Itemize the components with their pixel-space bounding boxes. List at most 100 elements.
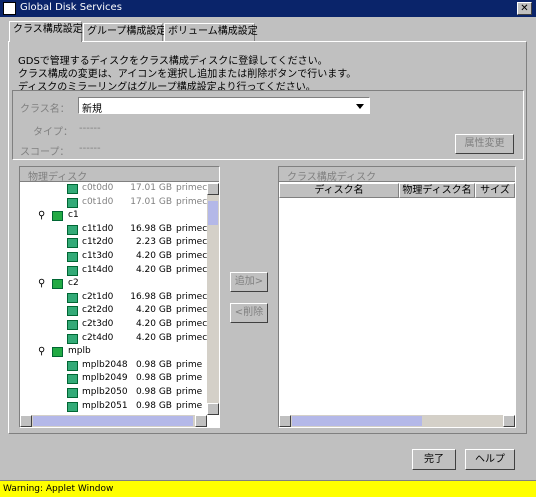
scroll-down-button[interactable] [207, 403, 219, 415]
scope-value: ------ [79, 143, 101, 154]
scroll-left-button[interactable] [20, 415, 32, 427]
disk-row[interactable]: c2t2d0 4.20 GB primecl01 [20, 305, 207, 318]
disk-name: c1t4d0 [82, 264, 114, 275]
class-disk-title: クラス構成ディスク [287, 172, 377, 183]
disk-size: 16.98 GB [130, 223, 172, 234]
column-disk-name[interactable]: ディスク名 [279, 183, 399, 198]
tab-group-config[interactable]: グループ構成設定 [83, 23, 166, 41]
done-button[interactable]: 完了 [412, 449, 456, 470]
scroll-up-button[interactable] [207, 183, 219, 195]
disk-size: 0.98 GB [135, 373, 172, 384]
disk-row[interactable]: c2t1d0 16.98 GB primecl0 [20, 292, 207, 305]
close-button[interactable]: ✕ [517, 2, 532, 15]
disk-host: prime [176, 359, 203, 370]
disk-row[interactable]: c0t1d0 17.01 GB primecl0 [20, 197, 207, 210]
disk-host: primecl01 [176, 319, 207, 329]
class-name-select[interactable]: 新規 [78, 97, 370, 115]
disk-icon [67, 184, 78, 194]
disk-icon [67, 360, 78, 371]
disk-host: primecl01 [176, 332, 207, 343]
tab-class-config[interactable]: クラス構成設定 [9, 21, 83, 42]
disk-size: 17.01 GB [130, 196, 172, 207]
physical-disk-tree[interactable]: c0t0d0 17.01 GB primecl0 c0t1d0 17.01 GB prim… [20, 183, 207, 415]
disk-row[interactable]: c1t3d0 4.20 GB primecl01 [20, 251, 207, 264]
disk-size: 0.98 GB [135, 387, 172, 397]
physical-disk-vscroll[interactable] [207, 183, 219, 415]
class-name: c1 [68, 210, 79, 221]
class-icon [52, 347, 63, 358]
disk-name: mplb2051 [82, 400, 128, 411]
disk-row[interactable]: c2t4d0 4.20 GB primecl01 [20, 333, 207, 346]
disk-icon [67, 401, 78, 412]
disk-row[interactable]: c1t2d0 2.23 GB primecl01 [20, 237, 207, 250]
hscroll-thumb[interactable] [292, 416, 422, 426]
app-icon [3, 2, 16, 15]
class-name-label: クラス名： [20, 104, 70, 115]
disk-size: 4.20 GB [135, 332, 172, 343]
disk-host: primecl0 [176, 183, 207, 193]
remove-button[interactable]: <削除 [230, 303, 268, 323]
disk-row[interactable]: mplb2048 0.98 GB prime [20, 360, 207, 373]
physical-disk-title: 物理ディスク [28, 172, 88, 183]
disk-host: prime [176, 373, 203, 384]
column-physical-disk[interactable]: 物理ディスク名 [399, 183, 475, 198]
disk-host: prime [176, 387, 203, 397]
class-node[interactable]: ⚲ c1 [20, 210, 207, 223]
disk-row[interactable]: c2t3d0 4.20 GB primecl01 [20, 319, 207, 332]
attribute-change-button[interactable]: 属性変更 [455, 134, 514, 154]
disk-icon [67, 333, 78, 344]
disk-row[interactable]: c1t4d0 4.20 GB primecl01 [20, 265, 207, 278]
applet-warning-text: Warning: Applet Window [3, 484, 114, 494]
disk-name: c1t1d0 [82, 223, 114, 234]
disk-icon [67, 224, 78, 235]
disk-icon [67, 306, 78, 317]
disk-size: 4.20 GB [135, 251, 172, 261]
disk-host: primecl01 [176, 237, 207, 248]
scroll-right-button[interactable] [503, 415, 515, 427]
expand-key-icon[interactable]: ⚲ [38, 346, 45, 357]
disk-icon [67, 388, 78, 398]
class-icon [52, 279, 63, 290]
window-title: Global Disk Services [20, 2, 122, 13]
class-name-value: 新規 [82, 104, 102, 115]
expand-key-icon[interactable]: ⚲ [38, 278, 45, 289]
scroll-right-button[interactable] [195, 415, 207, 427]
class-node[interactable]: ⚲ c2 [20, 278, 207, 291]
class-disk-header: クラス構成ディスク [279, 167, 515, 183]
disk-host: prime [176, 400, 203, 411]
class-disk-panel: クラス構成ディスク ディスク名 物理ディスク名 サイズ [278, 166, 516, 428]
column-size[interactable]: サイズ [475, 183, 515, 198]
scroll-left-button[interactable] [279, 415, 291, 427]
expand-key-icon[interactable]: ⚲ [38, 210, 45, 221]
disk-size: 4.20 GB [135, 319, 172, 329]
physical-disk-header: 物理ディスク [20, 167, 219, 183]
disk-size: 2.23 GB [135, 237, 172, 248]
disk-row[interactable]: mplb2051 0.98 GB prime [20, 401, 207, 414]
disk-row[interactable]: c0t0d0 17.01 GB primecl0 [20, 183, 207, 196]
class-disk-hscroll[interactable] [279, 415, 515, 427]
disk-icon [67, 374, 78, 385]
disk-row[interactable]: mplb2049 0.98 GB prime [20, 373, 207, 386]
disk-size: 4.20 GB [135, 305, 172, 316]
scroll-thumb[interactable] [208, 201, 218, 225]
disk-name: c2t2d0 [82, 305, 114, 316]
disk-host: primecl0 [176, 196, 207, 207]
disk-name: c0t1d0 [82, 196, 114, 207]
hscroll-thumb[interactable] [33, 416, 193, 426]
disk-icon [67, 320, 78, 330]
tab-volume-config[interactable]: ボリューム構成設定 [164, 23, 258, 41]
chevron-down-icon [356, 104, 364, 109]
help-button[interactable]: ヘルプ [465, 449, 515, 470]
type-label: タイプ： [33, 127, 73, 138]
class-node[interactable]: ⚲ mplb [20, 346, 207, 359]
disk-host: primecl0 [176, 291, 207, 302]
physical-disk-hscroll[interactable] [20, 415, 207, 427]
disk-name: mplb2048 [82, 359, 128, 370]
disk-icon [67, 197, 78, 208]
scope-label: スコープ： [20, 147, 70, 158]
disk-size: 16.98 GB [130, 291, 172, 302]
disk-row[interactable]: c1t1d0 16.98 GB primecl0 [20, 224, 207, 237]
disk-row[interactable]: mplb2050 0.98 GB prime [20, 387, 207, 400]
add-button[interactable]: 追加> [230, 272, 268, 292]
disk-icon [67, 265, 78, 276]
